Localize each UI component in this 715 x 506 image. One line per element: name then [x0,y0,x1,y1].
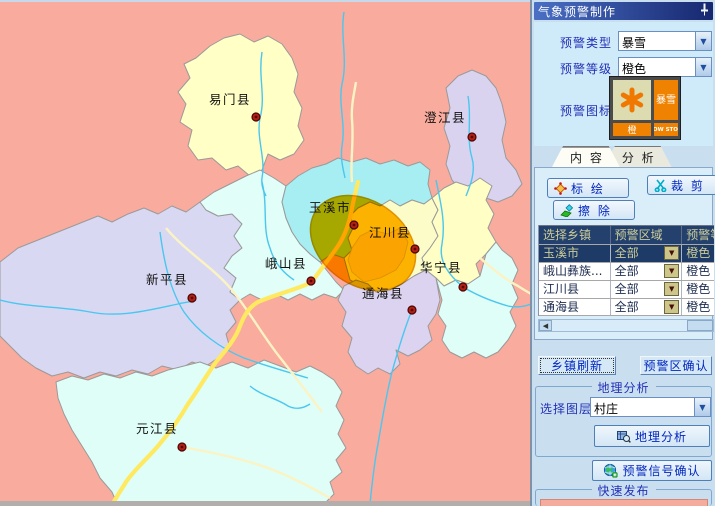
crop-button[interactable]: 裁 剪 [647,175,715,195]
chevron-down-icon[interactable]: ▼ [664,300,679,314]
publish-row[interactable] [540,499,708,506]
publish-group-title: 快速发布 [591,482,655,499]
chevron-down-icon[interactable]: ▼ [695,32,711,50]
county-label-yimen: 易门县 [209,92,251,107]
chevron-down-icon[interactable]: ▼ [664,282,679,296]
eraser-icon [560,204,574,217]
snowflake-icon [613,80,651,120]
township-refresh-button[interactable]: 乡镇刷新 [538,356,616,375]
warning-icon-english: SNOW STORM [654,123,678,136]
plot-button[interactable]: 标 绘 [547,178,629,198]
table-hscrollbar[interactable]: ◀ [538,319,714,332]
scissors-icon [654,179,667,192]
table-row[interactable]: 江川县 全部 ▼ 橙色 [539,280,714,298]
layer-select[interactable]: 村庄 ▼ [590,397,711,417]
chevron-down-icon[interactable]: ▼ [664,246,679,260]
pin-icon[interactable] [700,3,709,19]
county-label-eshan: 峨山县 [265,256,307,271]
county-label-chengjiang: 澄江县 [424,110,466,125]
erase-button[interactable]: 擦 除 [553,200,635,220]
scroll-left-icon[interactable]: ◀ [539,320,552,331]
township-table: 选择乡镇 预警区域 预警等级 玉溪市 全部 ▼ 橙色 峨山彝族... 全部 ▼ … [538,225,714,316]
map-svg: 易门县 澄江县 玉溪市 江川县 华宁县 峨山县 通海县 新平县 元江县 [0,2,531,506]
col-header-area: 预警区域 [611,226,683,244]
quick-publish-group: 快速发布 [535,489,712,506]
warning-level-label: 预警等级 [560,60,612,77]
globe-icon [603,463,618,478]
warning-area-confirm-button[interactable]: 预警区确认 [640,356,712,375]
panel-titlebar[interactable]: 气象预警制作 [534,2,713,20]
warning-type-label: 预警类型 [560,34,612,51]
table-magnifier-icon [617,430,631,443]
table-header-row: 选择乡镇 预警区域 预警等级 [539,225,714,244]
county-label-xinping: 新平县 [146,272,188,287]
warning-type-select[interactable]: 暴雪 ▼ [618,31,712,51]
layer-select-label: 选择图层 [540,400,592,417]
chevron-down-icon[interactable]: ▼ [664,264,679,278]
warning-icon-level: 橙 [613,123,651,136]
chevron-down-icon[interactable]: ▼ [695,58,711,76]
geo-analysis-button[interactable]: 地理分析 [594,425,710,447]
table-row[interactable]: 通海县 全部 ▼ 橙色 [539,298,714,316]
layer-select-value: 村庄 [591,398,694,416]
analysis-panel: 标 绘 裁 剪 擦 除 选择乡镇 预警区域 [534,167,713,340]
table-row[interactable]: 峨山彝族... 全部 ▼ 橙色 [539,262,714,280]
warning-level-select[interactable]: 橙色 ▼ [618,57,712,77]
warning-icon-label: 预警图标 [560,102,612,119]
warning-level-value: 橙色 [619,58,695,76]
county-label-tonghai: 通海县 [362,286,404,301]
county-label-huaning: 华宁县 [420,260,462,275]
map-area[interactable]: 易门县 澄江县 玉溪市 江川县 华宁县 峨山县 通海县 新平县 元江县 [0,2,531,506]
app-window: 易门县 澄江县 玉溪市 江川县 华宁县 峨山县 通海县 新平县 元江县 气象预警… [0,0,715,506]
warning-icon-name: 暴雪 [654,80,678,120]
scrollbar-thumb[interactable] [687,320,713,331]
county-label-jiangchuan: 江川县 [369,225,411,240]
panel-tabs: 内 容 分 析 [552,146,656,167]
geo-analysis-group: 地理分析 选择图层 村庄 ▼ 地理分析 [535,386,712,457]
county-label-yuanjiang: 元江县 [136,421,178,436]
panel-title: 气象预警制作 [538,3,616,20]
window-bottom-border [0,501,531,506]
col-header-level: 预警等级 [682,226,714,244]
warning-signal-confirm-button[interactable]: 预警信号确认 [592,460,712,481]
geo-group-title: 地理分析 [591,379,655,396]
warning-type-value: 暴雪 [619,32,695,50]
plot-icon [554,182,567,195]
county-label-yuxi: 玉溪市 [309,200,351,215]
warning-production-panel: 气象预警制作 预警类型 暴雪 ▼ 预警等级 橙色 ▼ 预警图标 [532,0,715,506]
table-row[interactable]: 玉溪市 全部 ▼ 橙色 [539,244,714,262]
warning-form: 预警类型 暴雪 ▼ 预警等级 橙色 ▼ 预警图标 暴雪 橙 SNOW STORM [534,22,713,146]
snow-storm-warning-icon: 暴雪 橙 SNOW STORM [609,76,681,140]
tab-content[interactable]: 内 容 [552,146,620,167]
col-header-town: 选择乡镇 [539,226,611,244]
chevron-down-icon[interactable]: ▼ [694,398,710,416]
